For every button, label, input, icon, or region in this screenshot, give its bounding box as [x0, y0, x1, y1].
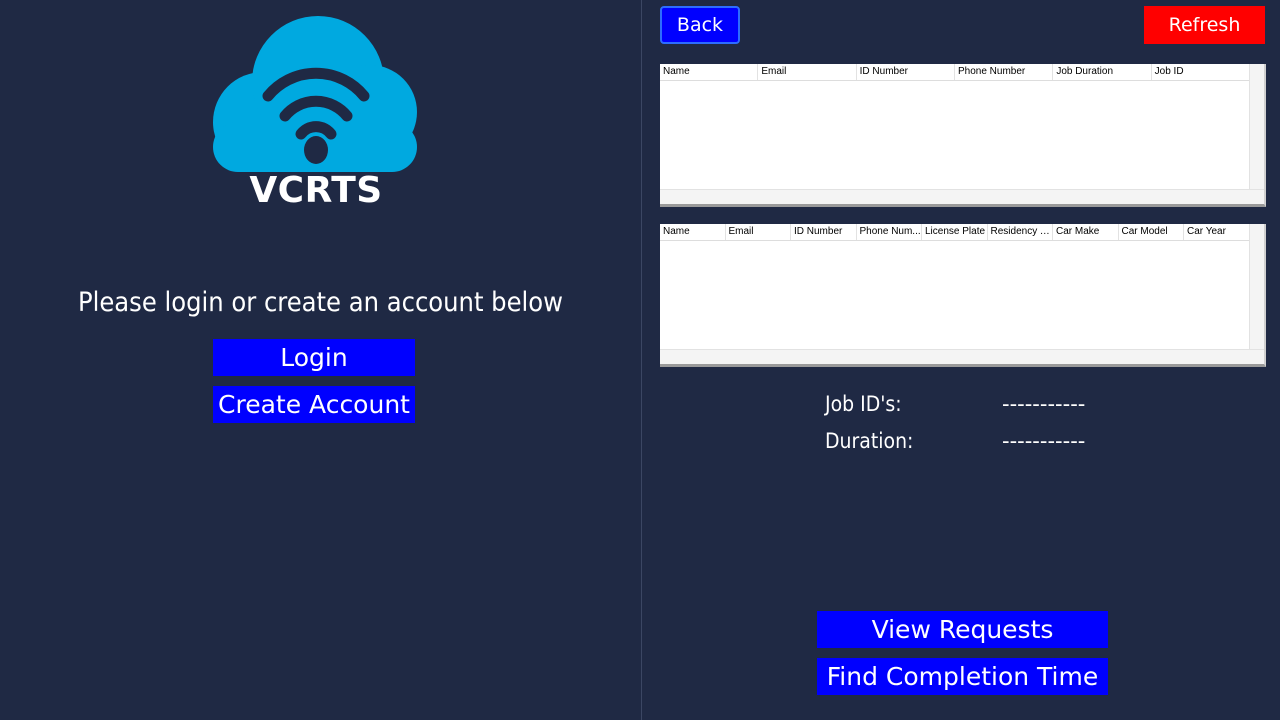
vertical-scrollbar[interactable] — [1249, 224, 1264, 364]
column-header[interactable]: Email — [758, 64, 857, 80]
column-header[interactable]: Car Model — [1119, 224, 1184, 240]
create-account-button[interactable]: Create Account — [213, 386, 415, 423]
duration-value: ----------- — [1002, 429, 1086, 453]
login-prompt: Please login or create an account below — [77, 287, 564, 318]
column-header[interactable]: ID Number — [857, 64, 955, 80]
find-completion-time-button[interactable]: Find Completion Time — [817, 658, 1108, 695]
horizontal-scrollbar[interactable] — [660, 189, 1264, 204]
refresh-button[interactable]: Refresh — [1144, 6, 1265, 44]
login-panel: VCRTS Please login or create an account … — [0, 0, 641, 720]
horizontal-scrollbar[interactable] — [660, 349, 1264, 364]
column-header[interactable]: Residency Ti... — [988, 224, 1053, 240]
vertical-scrollbar[interactable] — [1249, 64, 1264, 204]
column-header[interactable]: License Plate — [922, 224, 988, 240]
admin-panel: Back Refresh Name Email ID Number Phone … — [642, 0, 1280, 720]
view-requests-button[interactable]: View Requests — [817, 611, 1108, 648]
column-header[interactable]: ID Number — [791, 224, 857, 240]
job-ids-label: Job ID's: — [825, 392, 902, 416]
jobs-table-header: Name Email ID Number Phone Number Job Du… — [660, 64, 1250, 81]
column-header[interactable]: Phone Number — [955, 64, 1054, 80]
column-header[interactable]: Name — [660, 64, 759, 80]
back-button[interactable]: Back — [660, 6, 740, 44]
login-button[interactable]: Login — [213, 339, 415, 376]
column-header[interactable]: Job Duration — [1053, 64, 1152, 80]
duration-label: Duration: — [825, 429, 914, 453]
job-ids-value: ----------- — [1002, 392, 1086, 416]
column-header[interactable]: Car Make — [1053, 224, 1119, 240]
cloud-wifi-icon — [213, 16, 417, 172]
jobs-table[interactable]: Name Email ID Number Phone Number Job Du… — [660, 64, 1266, 207]
column-header[interactable]: Email — [726, 224, 791, 240]
cars-table-header: Name Email ID Number Phone Num... Licens… — [660, 224, 1250, 241]
column-header[interactable]: Phone Num... — [857, 224, 922, 240]
column-header[interactable]: Job ID — [1152, 64, 1250, 80]
cars-table[interactable]: Name Email ID Number Phone Num... Licens… — [660, 224, 1266, 367]
column-header[interactable]: Name — [660, 224, 726, 240]
column-header[interactable]: Car Year — [1184, 224, 1250, 240]
app-brand: VCRTS — [249, 170, 383, 211]
